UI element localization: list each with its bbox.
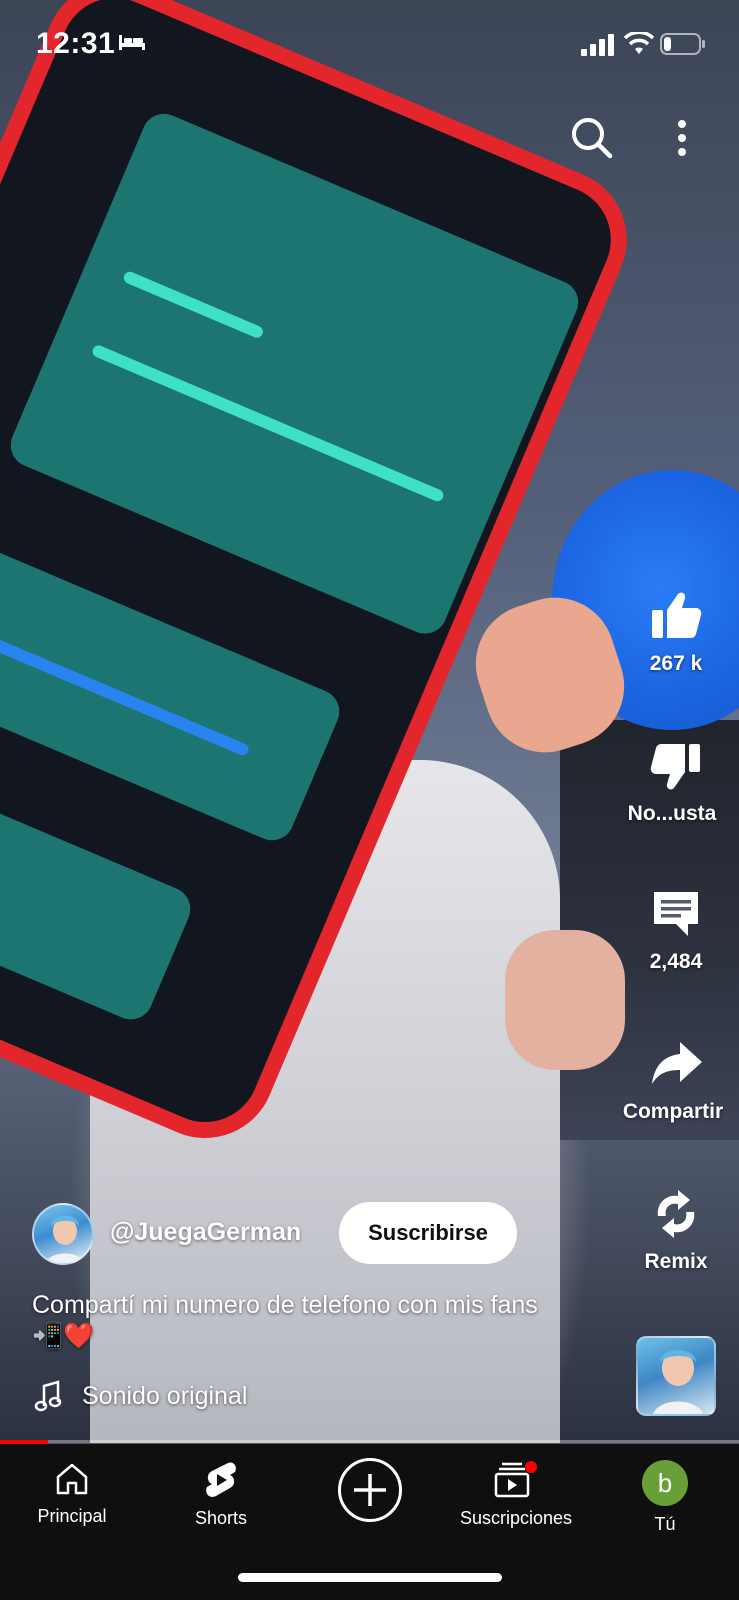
share-button[interactable]: Compartir xyxy=(616,1036,736,1124)
subscriptions-icon xyxy=(494,1461,537,1498)
comments-button[interactable]: 2,484 xyxy=(616,886,736,974)
shorts-icon xyxy=(206,1462,236,1497)
thumbnail-person-image xyxy=(653,1350,703,1414)
thumbs-up-icon xyxy=(652,592,702,638)
nav-home-label: Principal xyxy=(37,1506,107,1526)
sound-label: Sonido original xyxy=(82,1381,248,1410)
video-caption[interactable]: Compartí mi numero de telefono con mis f… xyxy=(32,1290,572,1352)
remix-icon xyxy=(657,1190,695,1238)
nav-shorts[interactable]: Shorts xyxy=(146,1460,296,1529)
dislike-button[interactable]: No...usta xyxy=(616,738,736,826)
user-avatar: b xyxy=(642,1460,688,1506)
subscribe-button[interactable]: Suscribirse xyxy=(339,1202,517,1264)
music-note-icon xyxy=(34,1380,62,1412)
nav-you[interactable]: b Tú xyxy=(590,1460,739,1535)
sound-row[interactable]: Sonido original xyxy=(34,1380,247,1412)
nav-subscriptions[interactable]: Suscripciones xyxy=(441,1460,591,1529)
create-button[interactable] xyxy=(338,1458,402,1522)
battery-icon xyxy=(660,33,705,55)
channel-avatar[interactable] xyxy=(32,1203,94,1265)
status-bar: 12:31 xyxy=(0,0,739,90)
remix-button[interactable]: Remix xyxy=(616,1186,736,1274)
like-button[interactable]: 267 k xyxy=(616,588,736,676)
share-icon xyxy=(652,1042,702,1084)
signal-icon xyxy=(581,34,614,56)
home-indicator xyxy=(238,1573,502,1582)
plus-icon xyxy=(354,1474,386,1506)
channel-handle[interactable]: @JuegaGerman xyxy=(110,1218,301,1247)
sound-thumbnail[interactable] xyxy=(636,1336,716,1416)
remix-label: Remix xyxy=(644,1250,708,1273)
comment-count: 2,484 xyxy=(649,950,703,973)
more-vertical-icon[interactable] xyxy=(672,116,692,160)
chat-bubble xyxy=(3,107,586,641)
wifi-icon xyxy=(624,32,654,54)
thumbs-down-icon xyxy=(650,744,700,790)
notification-badge xyxy=(525,1461,537,1473)
home-icon xyxy=(56,1463,88,1495)
video-background-hand xyxy=(505,930,625,1070)
dislike-label: No...usta xyxy=(627,802,717,825)
bed-icon xyxy=(119,35,145,50)
nav-subscriptions-label: Suscripciones xyxy=(459,1508,573,1528)
nav-shorts-label: Shorts xyxy=(194,1508,248,1528)
nav-you-label: Tú xyxy=(654,1514,676,1534)
status-time: 12:31 xyxy=(36,27,116,60)
nav-home[interactable]: Principal xyxy=(0,1460,147,1527)
comment-icon xyxy=(654,892,698,936)
like-count: 267 k xyxy=(649,652,703,675)
share-label: Compartir xyxy=(622,1100,724,1123)
search-icon[interactable] xyxy=(570,116,614,160)
